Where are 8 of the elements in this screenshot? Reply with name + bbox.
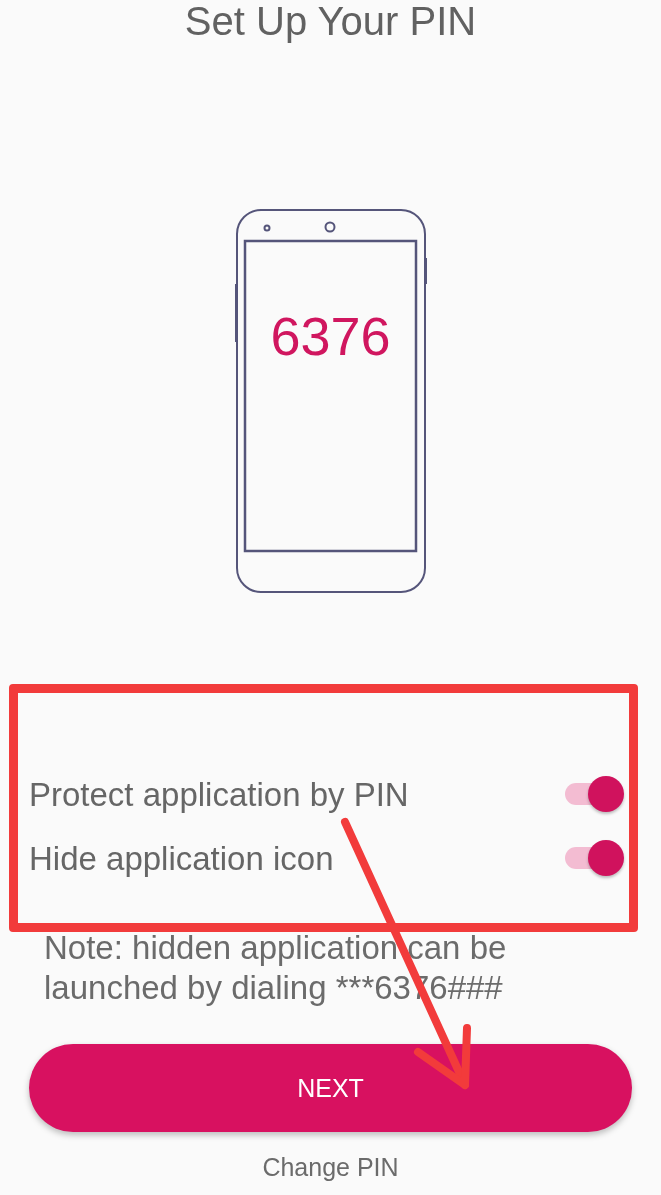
pin-code: 6376: [270, 309, 391, 363]
page-title: Set Up Your PIN: [184, 1, 477, 41]
option-label: Protect application by PIN: [29, 777, 409, 811]
toggle-switch[interactable]: [565, 839, 625, 877]
option-label: Hide application icon: [29, 841, 334, 875]
toggle-switch[interactable]: [565, 775, 625, 813]
next-button[interactable]: NEXT: [29, 1044, 632, 1132]
change-pin-link[interactable]: Change PIN: [262, 1155, 399, 1180]
